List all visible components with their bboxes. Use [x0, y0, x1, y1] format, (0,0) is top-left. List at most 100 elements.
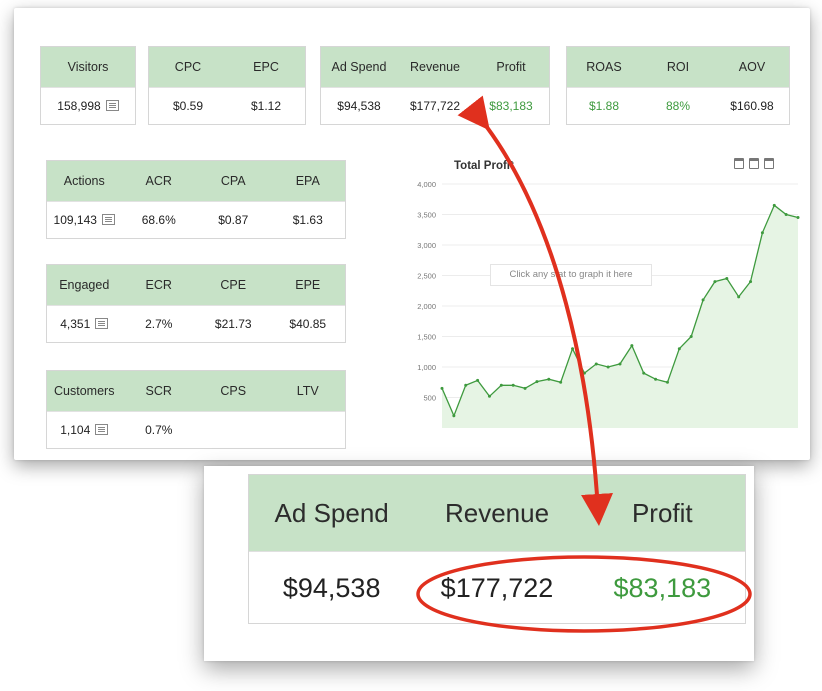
aov-header: AOV [738, 60, 766, 74]
revenue-header: Revenue [409, 60, 461, 74]
actions-value: 109,143 [53, 213, 97, 227]
data-point [654, 377, 658, 381]
ad-spend-value: $94,538 [337, 99, 381, 113]
actions-header: Actions [63, 174, 105, 188]
ecr-value: 2.7% [145, 317, 173, 331]
data-point [440, 386, 444, 390]
data-point [511, 383, 515, 387]
data-point [571, 347, 575, 351]
list-icon[interactable] [95, 318, 109, 329]
zoom-profit-header: Profit [631, 497, 693, 528]
visitors-header: Visitors [67, 60, 109, 74]
data-point [559, 380, 563, 384]
zoom-revenue-value: $177,722 [440, 572, 554, 603]
cpa-header: CPA [220, 174, 246, 188]
data-point [582, 371, 586, 375]
zoom-revenue-header: Revenue [444, 497, 550, 528]
y-tick-label: 3,000 [417, 241, 436, 250]
roi-value: 88% [665, 99, 691, 113]
epe-value: $40.85 [289, 317, 327, 331]
data-point [784, 213, 788, 216]
data-point [677, 347, 681, 351]
list-icon[interactable] [101, 214, 115, 225]
zoom-spend-card: Ad Spend Revenue Profit $94,538 $177,722… [248, 474, 746, 624]
y-tick-label: 2,500 [417, 272, 436, 281]
data-point [464, 383, 468, 387]
chart-svg: 500 1,000 1,500 2,000 2,500 3,000 3,500 4,000 [417, 180, 800, 428]
zoom-profit-value: $83,183 [613, 572, 712, 603]
data-point [487, 394, 491, 398]
roas-header: ROAS [586, 60, 622, 74]
data-point [760, 231, 764, 235]
cps-header: CPS [220, 384, 247, 398]
data-point [713, 280, 717, 284]
data-point [618, 362, 622, 366]
customers-header: Customers [54, 384, 115, 398]
data-point [737, 295, 741, 299]
dashboard-panel: Visitors 158,998 CPC EPC $0.59 $1.12 Ad … [14, 8, 810, 460]
engaged-card[interactable]: Engaged ECR CPE EPE 4,351 2.7% $21.73 $4… [46, 264, 346, 343]
data-point [772, 203, 776, 207]
data-point [642, 371, 646, 375]
data-point [796, 216, 800, 220]
y-tick-label: 4,000 [417, 180, 436, 189]
graph-hint: Click any stat to graph it here [490, 264, 652, 286]
customers-value: 1,104 [60, 423, 91, 437]
data-point [665, 380, 669, 384]
cpe-value: $21.73 [214, 317, 252, 331]
engaged-value: 4,351 [60, 317, 91, 331]
roas-value: $1.88 [588, 99, 620, 113]
profit-header: Profit [496, 60, 526, 74]
ratios-card[interactable]: ROAS ROI AOV $1.88 88% $160.98 [566, 46, 790, 125]
visitors-card[interactable]: Visitors 158,998 [40, 46, 136, 125]
y-tick-label: 3,500 [417, 211, 436, 220]
data-point [476, 378, 480, 382]
data-point [594, 362, 598, 366]
revenue-value: $177,722 [409, 99, 461, 113]
ltv-header: LTV [296, 384, 319, 398]
customers-card[interactable]: Customers SCR CPS LTV 1,104 0.7% [46, 370, 346, 449]
y-tick-label: 2,000 [417, 302, 436, 311]
engaged-header: Engaged [59, 278, 110, 292]
epe-header: EPE [295, 278, 321, 292]
acr-value: 68.6% [141, 213, 176, 227]
data-point [523, 386, 527, 390]
data-point [630, 344, 634, 348]
aov-value: $160.98 [730, 99, 774, 113]
zoom-ad-spend-value: $94,538 [282, 572, 381, 603]
visitors-value: 158,998 [57, 99, 101, 113]
profit-value: $83,183 [489, 99, 533, 113]
spend-card[interactable]: Ad Spend Revenue Profit $94,538 $177,722… [320, 46, 550, 125]
ad-spend-header: Ad Spend [331, 60, 387, 74]
data-point [689, 335, 693, 338]
actions-card[interactable]: Actions ACR CPA EPA 109,143 68.6% $0.87 … [46, 160, 346, 239]
scr-header: SCR [145, 384, 172, 398]
data-point [701, 298, 705, 302]
data-point [535, 380, 539, 384]
data-point [547, 377, 551, 381]
epc-header: EPC [253, 60, 279, 74]
data-point [725, 277, 729, 281]
scr-value: 0.7% [145, 423, 173, 437]
y-tick-label: 500 [423, 394, 436, 403]
cpc-epc-card[interactable]: CPC EPC $0.59 $1.12 [148, 46, 306, 125]
cpc-value: $0.59 [172, 99, 204, 113]
data-point [452, 414, 456, 418]
epa-value: $1.63 [292, 213, 323, 227]
cpc-header: CPC [174, 60, 202, 74]
list-icon[interactable] [105, 100, 119, 111]
profit-chart[interactable]: Total Profit 500 1,000 1,500 2,000 2,500 3,00… [398, 158, 800, 428]
ecr-header: ECR [145, 278, 172, 292]
profit-area [442, 205, 798, 428]
epc-value: $1.12 [250, 99, 282, 113]
data-point [499, 383, 503, 387]
zoom-callout: Ad Spend Revenue Profit $94,538 $177,722… [204, 466, 754, 661]
epa-header: EPA [295, 174, 320, 188]
list-icon[interactable] [95, 424, 109, 435]
y-tick-label: 1,500 [417, 333, 436, 342]
cpe-header: CPE [220, 278, 247, 292]
y-tick-label: 1,000 [417, 363, 436, 372]
cpa-value: $0.87 [218, 213, 249, 227]
data-point [749, 280, 753, 284]
data-point [606, 365, 610, 369]
